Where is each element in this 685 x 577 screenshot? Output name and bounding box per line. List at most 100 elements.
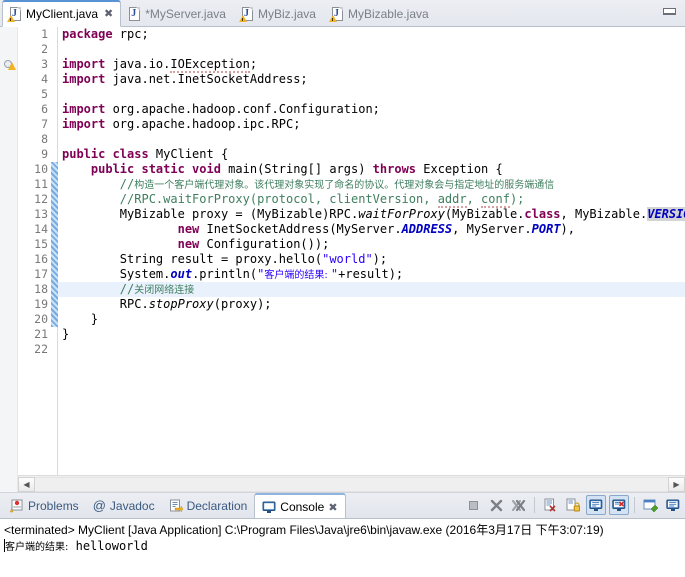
java-file-icon: J <box>128 6 141 21</box>
code-line-2[interactable] <box>58 42 685 57</box>
line-number: 9 <box>41 147 48 161</box>
code-line-14[interactable]: new InetSocketAddress(MyServer.ADDRESS, … <box>58 222 685 237</box>
close-icon[interactable]: ✖ <box>328 501 337 514</box>
line-number: 10 <box>34 162 48 176</box>
editor-tab-label: MyBizable.java <box>347 6 429 21</box>
code-line-4[interactable]: import java.net.InetSocketAddress; <box>58 72 685 87</box>
code-line-19[interactable]: RPC.stopProxy(proxy); <box>58 297 685 312</box>
view-tab-problems[interactable]: Problems <box>3 493 86 518</box>
code-line-16[interactable]: String result = proxy.hello("world"); <box>58 252 685 267</box>
scroll-left-arrow-icon[interactable]: ◀ <box>18 476 35 492</box>
line-number: 15 <box>34 237 48 251</box>
editor-tab-label: MyClient.java <box>26 7 99 21</box>
line-number: 14 <box>34 222 48 236</box>
code-line-7[interactable]: import org.apache.hadoop.ipc.RPC; <box>58 117 685 132</box>
line-number: 11 <box>34 177 48 191</box>
console-output-line: 客户端的结果: helloworld <box>4 538 681 556</box>
line-number: 4 <box>41 72 48 86</box>
view-tab-label: Javadoc <box>109 498 155 513</box>
close-icon[interactable]: ✖ <box>104 8 113 20</box>
java-file-icon: J <box>7 7 22 22</box>
eclipse-window: J MyClient.java ✖ J *MyServer.java J MyB… <box>0 0 685 577</box>
warning-marker[interactable] <box>3 58 17 72</box>
line-number: 20 <box>34 312 48 326</box>
code-line-15[interactable]: new Configuration()); <box>58 237 685 252</box>
view-tab-console[interactable]: Console ✖ <box>254 493 346 519</box>
terminate-button[interactable] <box>463 495 483 515</box>
display-selected-console-button[interactable] <box>663 495 683 515</box>
code-line-9[interactable]: public class MyClient { <box>58 147 685 162</box>
change-annotation-bar <box>51 27 58 492</box>
javadoc-icon: @ <box>92 498 106 513</box>
line-number: 21 <box>34 327 48 341</box>
code-line-12[interactable]: //RPC.waitForProxy(protocol, clientVersi… <box>58 192 685 208</box>
console-output-value: helloworld <box>68 539 148 553</box>
line-number: 7 <box>41 117 48 131</box>
bottom-view-stack: Problems @ Javadoc Declaration Console ✖… <box>0 492 685 577</box>
java-file-icon: J <box>328 6 344 22</box>
line-number: 19 <box>34 297 48 311</box>
view-tab-label: Declaration <box>186 498 248 513</box>
code-editor[interactable]: 1 2 3 4 5 6 7 8 9 10 11 12 13 14 15 16 1… <box>0 27 685 492</box>
scroll-right-arrow-icon[interactable]: ▶ <box>668 476 685 492</box>
code-line-17[interactable]: System.out.println("客户端的结果: "+result); <box>58 267 685 282</box>
line-number: 17 <box>34 267 48 281</box>
code-text-area[interactable]: package rpc; import java.io.IOException;… <box>58 27 685 492</box>
code-line-18[interactable]: //关闭网络连接 <box>58 282 685 297</box>
view-tab-javadoc[interactable]: @ Javadoc <box>86 493 162 518</box>
editor-area: J MyClient.java ✖ J *MyServer.java J MyB… <box>0 0 685 492</box>
code-line-3[interactable]: import java.io.IOException; <box>58 57 685 73</box>
code-line-6[interactable]: import org.apache.hadoop.conf.Configurat… <box>58 102 685 117</box>
line-number: 18 <box>34 282 48 296</box>
editor-tab-mybizable[interactable]: J MyBizable.java <box>324 0 437 26</box>
console-status-line: <terminated> MyClient [Java Application]… <box>4 523 604 537</box>
line-number: 1 <box>41 27 48 41</box>
line-number: 2 <box>41 42 48 56</box>
line-number: 12 <box>34 192 48 206</box>
scroll-track[interactable] <box>35 476 668 492</box>
code-line-20[interactable]: } <box>58 312 685 327</box>
scroll-lock-button[interactable] <box>563 495 583 515</box>
minimize-icon[interactable] <box>663 8 677 16</box>
show-console-output-button[interactable] <box>586 495 606 515</box>
editor-tab-myclient[interactable]: J MyClient.java ✖ <box>2 0 122 27</box>
line-number: 16 <box>34 252 48 266</box>
editor-tab-myserver[interactable]: J *MyServer.java <box>121 0 234 26</box>
remove-all-launches-button[interactable] <box>509 495 529 515</box>
changed-lines-indicator <box>51 162 58 327</box>
editor-tab-label: MyBiz.java <box>257 6 316 21</box>
code-line-5[interactable] <box>58 87 685 102</box>
code-line-11[interactable]: //构造一个客户端代理对象。该代理对象实现了命名的协议。代理对象会与指定地址的服… <box>58 177 685 192</box>
line-number: 13 <box>34 207 48 221</box>
show-console-error-button[interactable] <box>609 495 629 515</box>
console-icon <box>262 500 276 514</box>
console-output-area[interactable]: <terminated> MyClient [Java Application]… <box>0 518 685 577</box>
remove-launch-button[interactable] <box>486 495 506 515</box>
code-line-1[interactable]: package rpc; <box>58 27 685 42</box>
code-comment-cn-18: 关闭网络连接 <box>134 285 195 296</box>
marker-bar[interactable] <box>0 27 18 492</box>
toolbar-separator <box>634 497 635 513</box>
editor-tab-label: *MyServer.java <box>145 6 226 21</box>
line-number: 5 <box>41 87 48 101</box>
java-file-icon: J <box>238 6 254 22</box>
code-line-22[interactable] <box>58 342 685 357</box>
code-comment-cn-11: 构造一个客户端代理对象。该代理对象实现了命名的协议。代理对象会与指定地址的服务端… <box>134 180 555 191</box>
line-number: 6 <box>41 102 48 116</box>
view-tab-label: Console <box>280 500 325 514</box>
line-number: 3 <box>41 57 48 71</box>
editor-horizontal-scrollbar[interactable]: ◀ ▶ <box>18 475 685 492</box>
code-string-cn-17: 客户端的结果: <box>264 270 331 281</box>
clear-console-button[interactable] <box>540 495 560 515</box>
view-tab-declaration[interactable]: Declaration <box>162 493 255 518</box>
code-line-13[interactable]: MyBizable proxy = (MyBizable)RPC.waitFor… <box>58 207 685 222</box>
pin-console-button[interactable] <box>640 495 660 515</box>
console-toolbar <box>463 495 683 515</box>
code-line-10[interactable]: public static void main(String[] args) t… <box>58 162 685 177</box>
declaration-icon <box>169 499 183 513</box>
view-tab-bar: Problems @ Javadoc Declaration Console ✖ <box>0 492 685 519</box>
code-line-21[interactable]: } <box>58 327 685 342</box>
code-line-8[interactable] <box>58 132 685 147</box>
view-tab-label: Problems <box>28 498 79 513</box>
editor-tab-mybiz[interactable]: J MyBiz.java <box>234 0 324 26</box>
